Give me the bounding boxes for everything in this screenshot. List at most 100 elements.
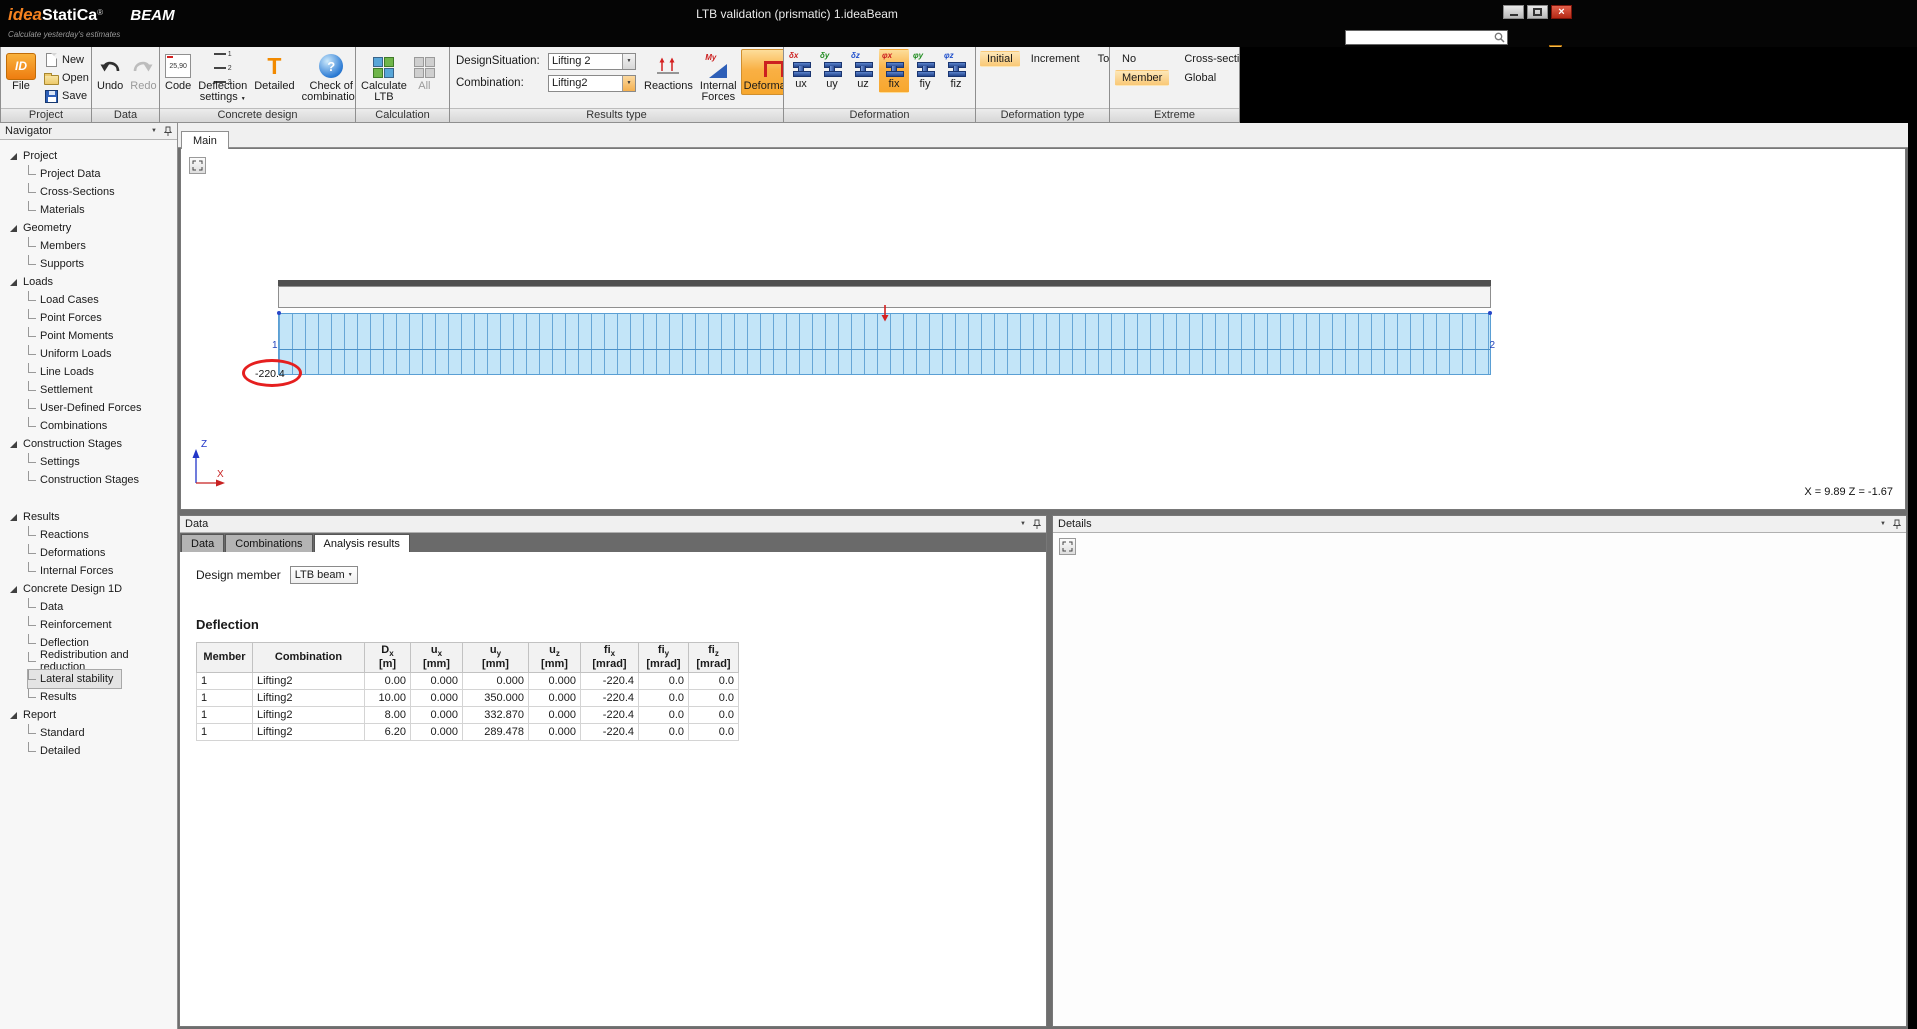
deformation-fiz-button[interactable]: φzfiz bbox=[941, 49, 971, 93]
minimize-button[interactable] bbox=[1503, 5, 1524, 19]
navigator-item-detailed[interactable]: Detailed bbox=[28, 742, 88, 760]
deformation-uz-button[interactable]: δzuz bbox=[848, 49, 878, 93]
deformation-type-total-button[interactable]: Total bbox=[1091, 51, 1109, 67]
navigator-item-geometry[interactable]: Geometry bbox=[10, 219, 79, 237]
navigator-item-cross-sections[interactable]: Cross-Sections bbox=[28, 183, 123, 201]
ibeam-icon bbox=[793, 62, 809, 77]
navigator-item-point-moments[interactable]: Point Moments bbox=[28, 327, 121, 345]
redo-button[interactable]: Redo bbox=[127, 49, 159, 95]
collapse-chevron-icon[interactable]: ▼ bbox=[151, 128, 157, 134]
open-button[interactable]: Open bbox=[40, 69, 91, 87]
table-row[interactable]: 1Lifting28.000.000332.8700.000-220.40.00… bbox=[197, 707, 739, 724]
maximize-button[interactable] bbox=[1527, 5, 1548, 19]
table-row[interactable]: 1Lifting20.000.0000.0000.000-220.40.00.0 bbox=[197, 673, 739, 690]
collapse-chevron-icon[interactable]: ▼ bbox=[1020, 521, 1026, 527]
collapse-chevron-icon[interactable]: ▼ bbox=[1880, 521, 1886, 527]
undo-button[interactable]: Undo bbox=[94, 49, 126, 95]
navigator-item-reinforcement[interactable]: Reinforcement bbox=[28, 616, 120, 634]
table-cell: 0.0 bbox=[639, 673, 689, 690]
extreme-cross-section-button[interactable]: Cross-section bbox=[1177, 51, 1239, 67]
extreme-global-button[interactable]: Global bbox=[1177, 70, 1239, 86]
deformation-fix-button[interactable]: φxfix bbox=[879, 49, 909, 93]
tree-expanded-icon[interactable] bbox=[10, 225, 17, 232]
pin-icon[interactable] bbox=[1893, 519, 1901, 530]
data-tab-combinations[interactable]: Combinations bbox=[225, 534, 312, 552]
navigator-item-standard[interactable]: Standard bbox=[28, 724, 93, 742]
navigator-item-label: Construction Stages bbox=[40, 474, 139, 486]
close-button[interactable]: × bbox=[1551, 5, 1572, 19]
extreme-no-button[interactable]: No bbox=[1115, 51, 1169, 67]
navigator-item-materials[interactable]: Materials bbox=[28, 201, 93, 219]
design-member-select[interactable]: LTB beam ▼ bbox=[290, 566, 358, 584]
data-panel-header[interactable]: Data ▼ bbox=[180, 516, 1046, 533]
table-cell: 350.000 bbox=[463, 690, 529, 707]
design-situation-select[interactable]: Lifting 2 ▼ bbox=[548, 53, 636, 70]
navigator-item-deformations[interactable]: Deformations bbox=[28, 544, 113, 562]
viewport-3d-scene[interactable]: 1 2 -220.4 Z X X = 9.89 Z = -1.67 bbox=[180, 148, 1906, 510]
navigator-item-line-loads[interactable]: Line Loads bbox=[28, 363, 102, 381]
deformation-fiy-button[interactable]: φyfiy bbox=[910, 49, 940, 93]
group-label-results-type: Results type bbox=[450, 108, 783, 122]
navigator-item-construction-stages[interactable]: Construction Stages bbox=[10, 435, 130, 453]
navigator-item-load-cases[interactable]: Load Cases bbox=[28, 291, 107, 309]
extreme-member-button[interactable]: Member bbox=[1115, 70, 1169, 86]
calculate-ltb-button[interactable]: Calculate LTB bbox=[358, 49, 410, 106]
pin-icon[interactable] bbox=[164, 126, 172, 137]
search-box[interactable] bbox=[1345, 30, 1508, 45]
tree-expanded-icon[interactable] bbox=[10, 279, 17, 286]
reactions-button[interactable]: Reactions bbox=[641, 49, 696, 95]
tree-expanded-icon[interactable] bbox=[10, 586, 17, 593]
navigator-item-report[interactable]: Report bbox=[10, 706, 64, 724]
navigator-item-supports[interactable]: Supports bbox=[28, 255, 92, 273]
navigator-item-loads[interactable]: Loads bbox=[10, 273, 61, 291]
internal-forces-button[interactable]: My Internal Forces bbox=[697, 49, 740, 106]
data-tab-data[interactable]: Data bbox=[181, 534, 224, 552]
navigator-item-redistribution-and-reduction[interactable]: Redistribution and reduction bbox=[28, 652, 177, 670]
navigator-item-user-defined-forces[interactable]: User-Defined Forces bbox=[28, 399, 149, 417]
navigator-item-settings[interactable]: Settings bbox=[28, 453, 88, 471]
deformation-button[interactable]: Deformation bbox=[741, 49, 783, 95]
new-button[interactable]: New bbox=[40, 51, 91, 69]
save-button[interactable]: Save bbox=[40, 87, 91, 105]
navigator-item-combinations[interactable]: Combinations bbox=[28, 417, 115, 435]
data-tab-analysis-results[interactable]: Analysis results bbox=[314, 534, 410, 552]
navigator-item-settlement[interactable]: Settlement bbox=[28, 381, 101, 399]
navigator-item-lateral-stability[interactable]: Lateral stability bbox=[28, 670, 121, 688]
deformation-type-increment-button[interactable]: Increment bbox=[1024, 51, 1087, 67]
navigator-item-results[interactable]: Results bbox=[10, 508, 68, 526]
navigator-item-reactions[interactable]: Reactions bbox=[28, 526, 97, 544]
deformation-uy-button[interactable]: δyuy bbox=[817, 49, 847, 93]
navigator-item-internal-forces[interactable]: Internal Forces bbox=[28, 562, 121, 580]
tree-expanded-icon[interactable] bbox=[10, 441, 17, 448]
pin-icon[interactable] bbox=[1033, 519, 1041, 530]
code-button[interactable]: 25,90 Code bbox=[162, 49, 194, 95]
navigator-item-members[interactable]: Members bbox=[28, 237, 94, 255]
table-row[interactable]: 1Lifting210.000.000350.0000.000-220.40.0… bbox=[197, 690, 739, 707]
navigator-item-point-forces[interactable]: Point Forces bbox=[28, 309, 110, 327]
combination-select[interactable]: Lifting2 ▼ bbox=[548, 75, 636, 92]
search-input[interactable] bbox=[1346, 32, 1494, 44]
deformation-ux-button[interactable]: δxux bbox=[786, 49, 816, 93]
detailed-button[interactable]: T Detailed bbox=[251, 49, 297, 95]
file-button[interactable]: File bbox=[3, 49, 39, 95]
navigator-item-results[interactable]: Results bbox=[28, 688, 85, 706]
navigator-item-project-data[interactable]: Project Data bbox=[28, 165, 109, 183]
check-of-combination-button[interactable]: ? Check of combination bbox=[299, 49, 355, 106]
tab-main[interactable]: Main bbox=[181, 131, 229, 149]
navigator-item-construction-stages[interactable]: Construction Stages bbox=[28, 471, 147, 489]
tree-expanded-icon[interactable] bbox=[10, 153, 17, 160]
tree-expanded-icon[interactable] bbox=[10, 514, 17, 521]
navigator-item-label: Load Cases bbox=[40, 294, 99, 306]
table-row[interactable]: 1Lifting26.200.000289.4780.000-220.40.00… bbox=[197, 724, 739, 741]
navigator-item-project[interactable]: Project bbox=[10, 147, 65, 165]
navigator-item-data[interactable]: Data bbox=[28, 598, 71, 616]
deflection-settings-button[interactable]: Deflection settings ▼ bbox=[195, 49, 250, 108]
calculate-all-button[interactable]: All bbox=[411, 49, 438, 95]
navigator-item-concrete-design-1d[interactable]: Concrete Design 1D bbox=[10, 580, 130, 598]
deformation-type-initial-button[interactable]: Initial bbox=[980, 51, 1020, 67]
details-expand-button[interactable] bbox=[1059, 538, 1076, 555]
navigator-item-uniform-loads[interactable]: Uniform Loads bbox=[28, 345, 120, 363]
viewport-expand-button[interactable] bbox=[189, 157, 206, 174]
tree-expanded-icon[interactable] bbox=[10, 712, 17, 719]
details-panel-header[interactable]: Details ▼ bbox=[1053, 516, 1906, 533]
